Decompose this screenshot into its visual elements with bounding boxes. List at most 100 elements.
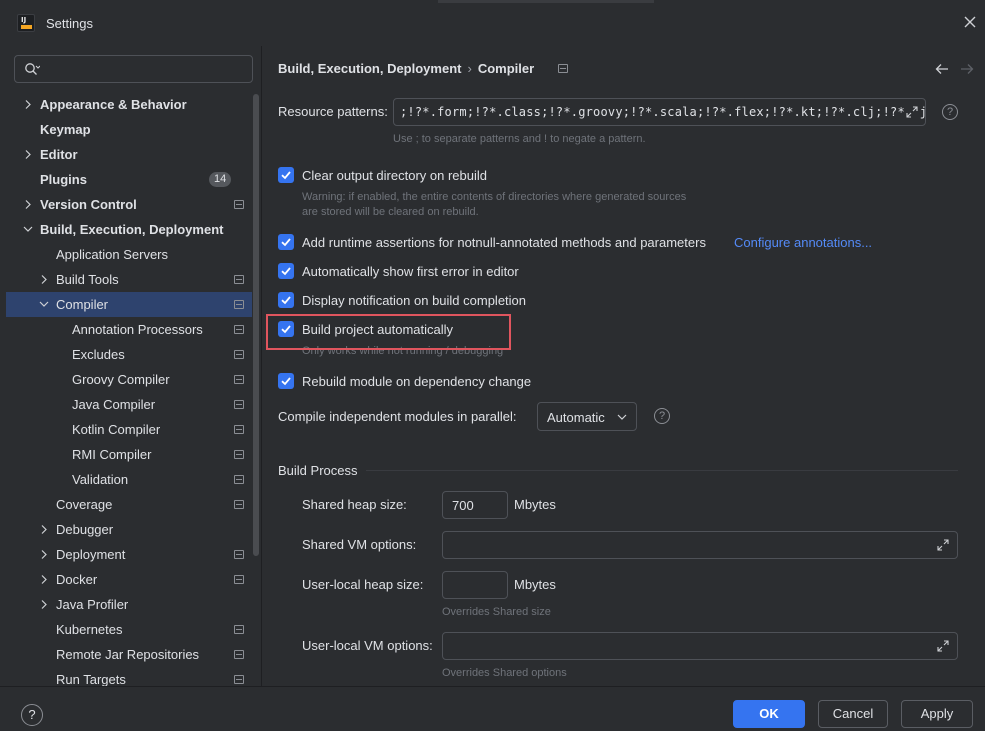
clear-output-warning-line1: Warning: if enabled, the entire contents… [302, 191, 687, 203]
checkmark-icon [281, 238, 291, 247]
help-icon[interactable]: ? [942, 104, 958, 120]
sidebar-item-annotation-processors[interactable]: Annotation Processors [6, 317, 252, 342]
chevron-right-icon[interactable] [38, 567, 50, 592]
chevron-right-icon[interactable] [38, 267, 50, 292]
sidebar-item-label: Docker [56, 572, 98, 587]
sidebar-item-label: Excludes [72, 347, 125, 362]
sidebar-item-label: Remote Jar Repositories [56, 647, 200, 662]
apply-button[interactable]: Apply [901, 700, 973, 728]
sidebar-scrollbar[interactable] [253, 94, 259, 556]
intellij-app-icon: IJ [17, 14, 35, 32]
shared-heap-unit: Mbytes [514, 497, 556, 512]
help-button[interactable]: ? [21, 704, 43, 726]
expand-icon[interactable] [936, 639, 950, 653]
project-level-icon [234, 650, 244, 659]
user-heap-field[interactable] [442, 571, 508, 599]
chevron-right-icon[interactable] [38, 542, 50, 567]
help-icon[interactable]: ? [654, 408, 670, 424]
sidebar-item-deployment[interactable]: Deployment [6, 542, 252, 567]
chevron-down-icon[interactable] [38, 292, 50, 317]
sidebar-item-label: Java Profiler [56, 597, 129, 612]
runtime-assertions-checkbox[interactable] [278, 234, 294, 250]
sidebar-item-compiler[interactable]: Compiler [6, 292, 252, 317]
sidebar-item-build-execution-deployment[interactable]: Build, Execution, Deployment [6, 217, 252, 242]
sidebar-item-plugins[interactable]: Plugins 14 [6, 167, 252, 192]
close-icon[interactable] [963, 15, 977, 29]
show-first-error-checkbox[interactable] [278, 263, 294, 279]
sidebar-item-editor[interactable]: Editor [6, 142, 252, 167]
sidebar-item-label: Validation [72, 472, 129, 487]
sidebar-item-appearance-behavior[interactable]: Appearance & Behavior [6, 92, 252, 117]
sidebar-item-remote-jar-repositories[interactable]: Remote Jar Repositories [6, 642, 252, 667]
user-vm-label: User-local VM options: [302, 638, 433, 653]
project-level-icon [234, 350, 244, 359]
search-input[interactable] [14, 55, 253, 83]
breadcrumb-separator: › [467, 61, 472, 76]
sidebar-item-label: Debugger [56, 522, 114, 537]
parallel-compile-dropdown[interactable]: Automatic [537, 402, 637, 431]
sidebar-item-validation[interactable]: Validation [6, 467, 252, 492]
shared-vm-field[interactable] [442, 531, 958, 559]
sidebar-item-label: Plugins [40, 172, 87, 187]
sidebar-item-label: Build Tools [56, 272, 119, 287]
breadcrumb-parent[interactable]: Build, Execution, Deployment [278, 61, 461, 76]
configure-annotations-link[interactable]: Configure annotations... [734, 235, 872, 250]
project-level-icon [234, 575, 244, 584]
sidebar-item-coverage[interactable]: Coverage [6, 492, 252, 517]
chevron-right-icon[interactable] [22, 192, 34, 217]
sidebar-item-keymap[interactable]: Keymap [6, 117, 252, 142]
section-divider [366, 470, 958, 471]
sidebar-item-label: Editor [40, 147, 78, 162]
cancel-button[interactable]: Cancel [818, 700, 888, 728]
expand-icon[interactable] [905, 105, 919, 119]
sidebar-item-label: Coverage [56, 497, 113, 512]
sidebar-item-label: Annotation Processors [72, 322, 203, 337]
chevron-right-icon[interactable] [38, 592, 50, 617]
top-strip [438, 0, 654, 3]
checkmark-icon [281, 171, 291, 180]
sidebar-item-kotlin-compiler[interactable]: Kotlin Compiler [6, 417, 252, 442]
runtime-assertions-label[interactable]: Add runtime assertions for notnull-annot… [302, 235, 706, 250]
user-vm-hint: Overrides Shared options [442, 667, 567, 679]
rebuild-module-label[interactable]: Rebuild module on dependency change [302, 374, 531, 389]
ok-button[interactable]: OK [733, 700, 805, 728]
sidebar-item-label: Kubernetes [56, 622, 123, 637]
sidebar-item-java-profiler[interactable]: Java Profiler [6, 592, 252, 617]
project-level-icon [234, 300, 244, 309]
sidebar-item-application-servers[interactable]: Application Servers [6, 242, 252, 267]
forward-arrow-icon[interactable] [960, 63, 974, 75]
chevron-down-icon[interactable] [22, 217, 34, 242]
chevron-down-icon [617, 414, 627, 420]
project-level-icon [234, 325, 244, 334]
sidebar-item-kubernetes[interactable]: Kubernetes [6, 617, 252, 642]
sidebar-item-version-control[interactable]: Version Control [6, 192, 252, 217]
checkmark-icon [281, 267, 291, 276]
back-arrow-icon[interactable] [935, 63, 949, 75]
sidebar-item-groovy-compiler[interactable]: Groovy Compiler [6, 367, 252, 392]
sidebar-item-excludes[interactable]: Excludes [6, 342, 252, 367]
resource-patterns-field[interactable]: ;!?*.form;!?*.class;!?*.groovy;!?*.scala… [393, 98, 926, 126]
chevron-right-icon[interactable] [22, 142, 34, 167]
sidebar-item-build-tools[interactable]: Build Tools [6, 267, 252, 292]
sidebar-item-java-compiler[interactable]: Java Compiler [6, 392, 252, 417]
sidebar-item-docker[interactable]: Docker [6, 567, 252, 592]
show-first-error-label[interactable]: Automatically show first error in editor [302, 264, 519, 279]
clear-output-label[interactable]: Clear output directory on rebuild [302, 168, 487, 183]
sidebar-item-rmi-compiler[interactable]: RMI Compiler [6, 442, 252, 467]
shared-heap-field[interactable]: 700 [442, 491, 508, 519]
display-notification-checkbox[interactable] [278, 292, 294, 308]
chevron-right-icon[interactable] [38, 517, 50, 542]
sidebar-item-debugger[interactable]: Debugger [6, 517, 252, 542]
dialog-footer: ? OK Cancel Apply [0, 686, 985, 731]
expand-icon[interactable] [936, 538, 950, 552]
user-vm-field[interactable] [442, 632, 958, 660]
sidebar-item-label: Application Servers [56, 247, 168, 262]
highlight-box [266, 314, 511, 350]
chevron-right-icon[interactable] [22, 92, 34, 117]
clear-output-checkbox[interactable] [278, 167, 294, 183]
project-level-icon [558, 64, 568, 73]
shared-heap-label: Shared heap size: [302, 497, 407, 512]
window-title: Settings [46, 16, 93, 31]
rebuild-module-checkbox[interactable] [278, 373, 294, 389]
display-notification-label[interactable]: Display notification on build completion [302, 293, 526, 308]
